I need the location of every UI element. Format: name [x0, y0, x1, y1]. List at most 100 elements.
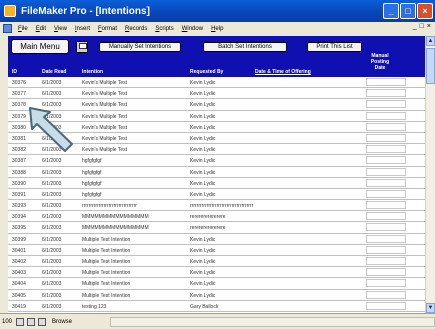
manual-posting-field[interactable]: [366, 223, 406, 232]
manual-posting-field[interactable]: [366, 279, 406, 288]
table-row[interactable]: 30395 6/1/2003 MMMMMMMMMMMMMMMM rererererer…: [8, 222, 425, 234]
horizontal-scrollbar[interactable]: [110, 317, 435, 327]
cell-intention: Multiple Test Intention: [82, 259, 131, 265]
menu-window[interactable]: Window: [182, 26, 203, 32]
disk-icon[interactable]: [76, 41, 88, 53]
cell-id: 30381: [12, 135, 26, 142]
table-row[interactable]: 30391 6/1/2003 hgfgfgfgf Kevin Lydic: [8, 189, 425, 201]
cell-intention: Multiple Test Intention: [82, 247, 131, 254]
cell-requested-by: rrrrrrrrrrrrrrrrrrrrrrrrrrrrrrrrrrrrrr: [190, 203, 254, 210]
status-area-icon[interactable]: [38, 317, 46, 326]
manual-posting-field[interactable]: [366, 189, 406, 198]
cell-id: 30388: [12, 169, 26, 176]
cell-requested-by: Kevin Lydic: [190, 270, 216, 277]
document-icon[interactable]: [3, 24, 12, 33]
cell-requested-by: Kevin Lydic: [190, 191, 216, 198]
manual-posting-field[interactable]: [366, 100, 406, 109]
maximize-button[interactable]: □: [400, 3, 416, 19]
scroll-up-icon[interactable]: ▲: [426, 36, 435, 46]
cell-id: 30390: [12, 180, 26, 187]
table-row[interactable]: 30401 6/1/2003 Multiple Test Intention Kevi…: [8, 245, 425, 256]
manual-posting-field[interactable]: [366, 178, 406, 187]
scroll-thumb[interactable]: [426, 48, 435, 84]
zoom-in-icon[interactable]: [27, 317, 35, 326]
cell-date: 6/1/2003: [42, 203, 62, 210]
table-row[interactable]: 30390 6/1/2003 hgfgfgfgf Kevin Lydic: [8, 178, 425, 189]
menu-help[interactable]: Help: [211, 26, 223, 32]
manual-posting-field[interactable]: [366, 111, 406, 120]
menu-bar: File Edit View Insert Format Records Scr…: [0, 22, 435, 35]
cell-requested-by: Kevin Lydic: [190, 169, 216, 176]
menu-format[interactable]: Format: [98, 26, 117, 32]
vertical-scrollbar[interactable]: ▲ ▼: [425, 36, 435, 313]
table-row[interactable]: 30405 6/1/2003 Multiple Test Intention Kevi…: [8, 290, 425, 301]
cell-id: 30377: [12, 91, 26, 98]
manual-posting-field[interactable]: [366, 212, 406, 221]
menu-file[interactable]: File: [18, 26, 28, 32]
menu-insert[interactable]: Insert: [75, 26, 90, 32]
cell-id: 30376: [12, 80, 26, 86]
app-icon: [4, 5, 16, 17]
manual-posting-field[interactable]: [366, 167, 406, 176]
table-row[interactable]: 30394 6/1/2003 MMMMMMMMMMMMMMMM rererererer…: [8, 211, 425, 223]
manual-posting-field[interactable]: [366, 89, 406, 98]
table-row[interactable]: 30393 6/1/2003 rrrrrrrrrrrrrrrrrrrrrrrrrrr…: [8, 200, 425, 212]
table-row[interactable]: 30403 6/1/2003 Multiple Test Intention Kevi…: [8, 267, 425, 279]
table-row[interactable]: 30387 6/1/2003 hgfgfgfgf Kevin Lydic: [8, 155, 425, 167]
cell-intention: Kevin's Multiple Test: [82, 124, 128, 131]
manual-posting-field[interactable]: [366, 245, 406, 254]
cell-intention: Kevin's Multiple Test: [82, 113, 128, 120]
cell-intention: rrrrrrrrrrrrrrrrrrrrrrrrrrrrrrrrr: [82, 203, 137, 210]
cell-requested-by: Kevin Lydic: [190, 281, 216, 288]
manual-posting-field[interactable]: [366, 201, 406, 210]
manual-posting-field[interactable]: [366, 268, 406, 277]
zoom-out-icon[interactable]: [16, 317, 24, 326]
cell-requested-by: Kevin Lydic: [190, 147, 216, 154]
manual-posting-field[interactable]: [366, 234, 406, 243]
menu-view[interactable]: View: [54, 26, 67, 32]
cell-requested-by: Kevin Lydic: [190, 91, 216, 98]
doc-minimize-button[interactable]: _: [413, 23, 417, 30]
menu-records[interactable]: Records: [125, 26, 147, 32]
scroll-down-icon[interactable]: ▼: [426, 303, 435, 313]
manual-posting-field[interactable]: [366, 122, 406, 131]
manual-posting-field[interactable]: [366, 156, 406, 165]
manual-posting-field[interactable]: [366, 301, 406, 310]
cell-date: 6/1/2003: [42, 80, 62, 86]
table-row[interactable]: 30419 6/1/2003 testing 123 Gary Ballock: [8, 301, 425, 312]
table-row[interactable]: 30404 6/1/2003 Multiple Test Intention Kevi…: [8, 278, 425, 290]
minimize-button[interactable]: _: [383, 3, 399, 19]
main-menu-button[interactable]: Main Menu: [11, 39, 69, 54]
cell-id: 30391: [12, 191, 26, 198]
table-row[interactable]: 30399 6/1/2003 Multiple Test Intention Kevi…: [8, 234, 425, 245]
manual-set-intentions-button[interactable]: Manually Set Intentions: [99, 42, 181, 52]
manual-posting-field[interactable]: [366, 290, 406, 299]
manual-posting-field[interactable]: [366, 78, 406, 86]
layout-header: Main Menu Manually Set Intentions Batch …: [8, 36, 425, 77]
zoom-level[interactable]: 100: [2, 319, 16, 325]
column-header-manual-posting: Manual Posting Date: [370, 53, 390, 71]
title-bar[interactable]: FileMaker Pro - [Intentions] _ □ ×: [0, 0, 435, 22]
close-button[interactable]: ×: [417, 3, 433, 19]
cell-intention: Kevin's Multiple Test: [82, 80, 128, 86]
manual-posting-field[interactable]: [366, 145, 406, 154]
table-row[interactable]: 30402 6/1/2003 Multiple Test Intention Kevi…: [8, 256, 425, 268]
filemaker-window: FileMaker Pro - [Intentions] _ □ × File …: [0, 0, 435, 329]
menu-scripts[interactable]: Scripts: [155, 26, 173, 32]
window-title: FileMaker Pro - [Intentions]: [21, 5, 150, 17]
table-row[interactable]: 30376 6/1/2003 Kevin's Multiple Test Kevin …: [8, 77, 425, 89]
manual-posting-field[interactable]: [366, 133, 406, 142]
cell-requested-by: rererererererere: [190, 225, 226, 232]
cell-date: 6/1/2003: [42, 158, 62, 165]
column-header-date-time-offering[interactable]: Date & Time of Offering: [255, 69, 311, 75]
doc-close-button[interactable]: ×: [427, 23, 431, 30]
mode-selector[interactable]: Browse: [52, 319, 72, 325]
print-list-button[interactable]: Print This List: [307, 42, 362, 52]
menu-edit[interactable]: Edit: [36, 26, 46, 32]
doc-restore-button[interactable]: □: [420, 23, 424, 30]
table-row[interactable]: 30388 6/1/2003 hgfgfgfgf Kevin Lydic: [8, 167, 425, 178]
cell-date: 6/1/2003: [42, 225, 62, 232]
table-row[interactable]: 30377 6/1/2003 Kevin's Multiple Test Kevin …: [8, 88, 425, 100]
manual-posting-field[interactable]: [366, 257, 406, 265]
batch-set-intentions-button[interactable]: Batch Set Intentions: [203, 42, 287, 52]
